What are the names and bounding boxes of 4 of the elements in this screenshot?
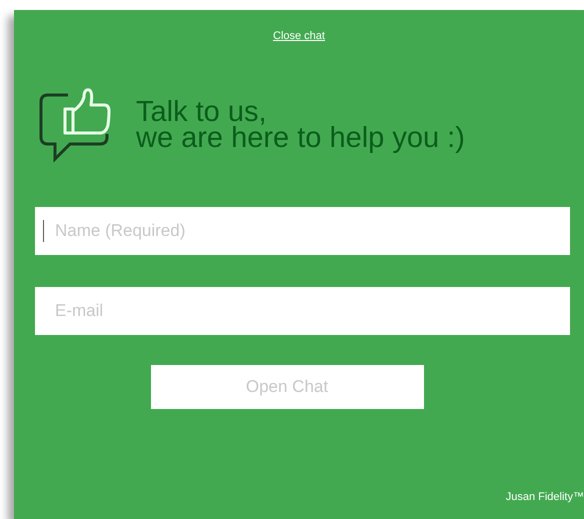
close-chat-link[interactable]: Close chat (273, 28, 325, 44)
footer-brand: Jusan Fidelity™ (506, 490, 584, 504)
heading-text: Talk to us, (136, 98, 267, 124)
heading-text: we are here to help you :) (136, 124, 465, 150)
